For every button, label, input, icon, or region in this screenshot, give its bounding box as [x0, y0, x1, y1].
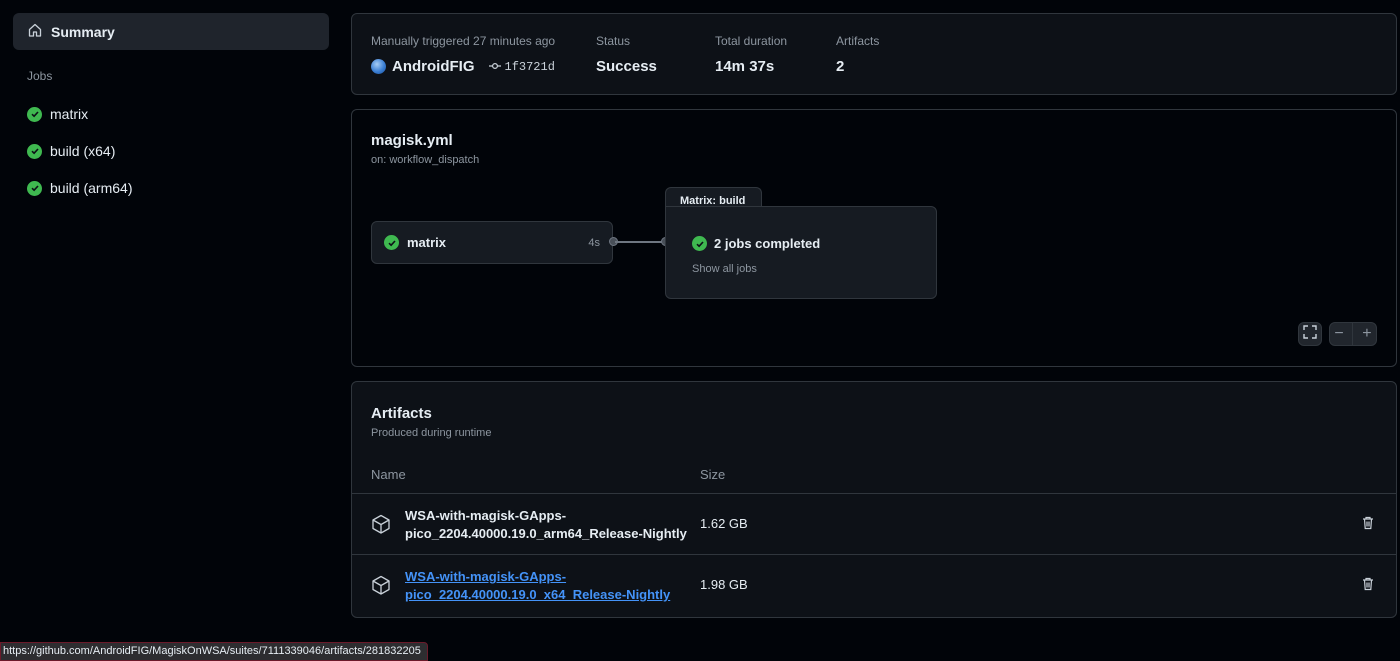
job-node-label: matrix [407, 235, 447, 250]
workflow-trigger: on: workflow_dispatch [371, 154, 480, 166]
sidebar: Summary Jobs matrix build (x64) build (a… [0, 0, 340, 661]
duration-value: 14m 37s [715, 58, 775, 75]
duration-label: Total duration [715, 34, 788, 48]
package-icon [371, 514, 391, 534]
artifact-name-line: WSA-with-magisk-GApps- [405, 569, 567, 584]
job-connector-line [615, 241, 666, 243]
sidebar-job-matrix[interactable]: matrix [27, 104, 88, 124]
fullscreen-icon [1303, 324, 1317, 344]
artifacts-count-value[interactable]: 2 [836, 58, 879, 75]
artifacts-panel: Artifacts Produced during runtime Name S… [351, 381, 1397, 618]
sidebar-summary-label: Summary [51, 23, 115, 40]
success-check-icon [692, 236, 707, 251]
artifact-size: 1.62 GB [700, 516, 748, 531]
sidebar-summary-link[interactable]: Summary [13, 13, 329, 50]
sidebar-job-build-arm64[interactable]: build (arm64) [27, 178, 132, 198]
job-node-duration: 4s [588, 236, 600, 249]
trash-icon[interactable] [1360, 576, 1376, 592]
artifact-row: WSA-with-magisk-GApps- pico_2204.40000.1… [352, 493, 1396, 554]
sidebar-job-label: build (x64) [50, 143, 116, 159]
artifact-size: 1.98 GB [700, 577, 748, 592]
matrix-node-build[interactable]: 2 jobs completed Show all jobs [665, 206, 937, 299]
artifact-name-line: WSA-with-magisk-GApps- [405, 508, 567, 523]
fullscreen-button[interactable] [1298, 322, 1322, 346]
status-value: Success [596, 58, 657, 75]
matrix-status: 2 jobs completed [714, 236, 821, 251]
column-header-size: Size [700, 467, 726, 482]
duration-info: Total duration 14m 37s [715, 34, 787, 75]
success-check-icon [384, 235, 399, 250]
status-label: Status [596, 34, 631, 48]
git-commit-icon [488, 60, 501, 74]
trash-icon[interactable] [1360, 515, 1376, 531]
zoom-out-button[interactable]: − [1334, 325, 1343, 343]
artifacts-title: Artifacts [371, 405, 432, 422]
avatar [371, 59, 386, 74]
run-summary-panel: Manually triggered 27 minutes ago Androi… [351, 13, 1397, 95]
job-node-matrix[interactable]: matrix 4s [371, 221, 613, 264]
home-icon [27, 22, 43, 41]
sidebar-job-label: build (arm64) [50, 180, 133, 196]
workflow-graph-panel: magisk.yml on: workflow_dispatch matrix … [351, 109, 1397, 367]
status-bar-url: https://github.com/AndroidFIG/MagiskOnWS… [0, 642, 428, 661]
jobs-heading: Jobs [27, 69, 53, 83]
sidebar-job-build-x64[interactable]: build (x64) [27, 141, 115, 161]
actor-link[interactable]: AndroidFIG [392, 58, 475, 75]
workflow-title: magisk.yml [371, 132, 453, 149]
zoom-in-button[interactable]: + [1362, 325, 1371, 343]
success-check-icon [27, 106, 42, 122]
artifacts-count-info: Artifacts 2 [836, 34, 879, 75]
artifact-name[interactable]: WSA-with-magisk-GApps- pico_2204.40000.1… [405, 507, 695, 543]
success-check-icon [27, 180, 42, 196]
artifacts-count-label: Artifacts [836, 34, 880, 48]
artifact-row: WSA-with-magisk-GApps- pico_2204.40000.1… [352, 554, 1396, 615]
artifact-name-line: pico_2204.40000.19.0_arm64_Release-Night… [405, 526, 687, 541]
trigger-label: Manually triggered 27 minutes ago [371, 34, 556, 48]
trigger-info: Manually triggered 27 minutes ago Androi… [371, 34, 555, 75]
artifact-name-line: pico_2204.40000.19.0_x64_Release-Nightly [405, 587, 671, 602]
commit-link[interactable]: 1f3721d [488, 59, 555, 74]
commit-sha: 1f3721d [504, 59, 555, 74]
zoom-divider [1352, 323, 1354, 345]
artifact-name-link[interactable]: WSA-with-magisk-GApps- pico_2204.40000.1… [405, 568, 695, 604]
sidebar-job-label: matrix [50, 106, 89, 122]
package-icon [371, 575, 391, 595]
zoom-controls: − + [1329, 322, 1377, 346]
success-check-icon [27, 143, 42, 159]
artifacts-subtitle: Produced during runtime [371, 427, 492, 439]
column-header-name: Name [371, 467, 406, 482]
status-info: Status Success [596, 34, 657, 75]
show-all-jobs-link[interactable]: Show all jobs [692, 263, 757, 275]
